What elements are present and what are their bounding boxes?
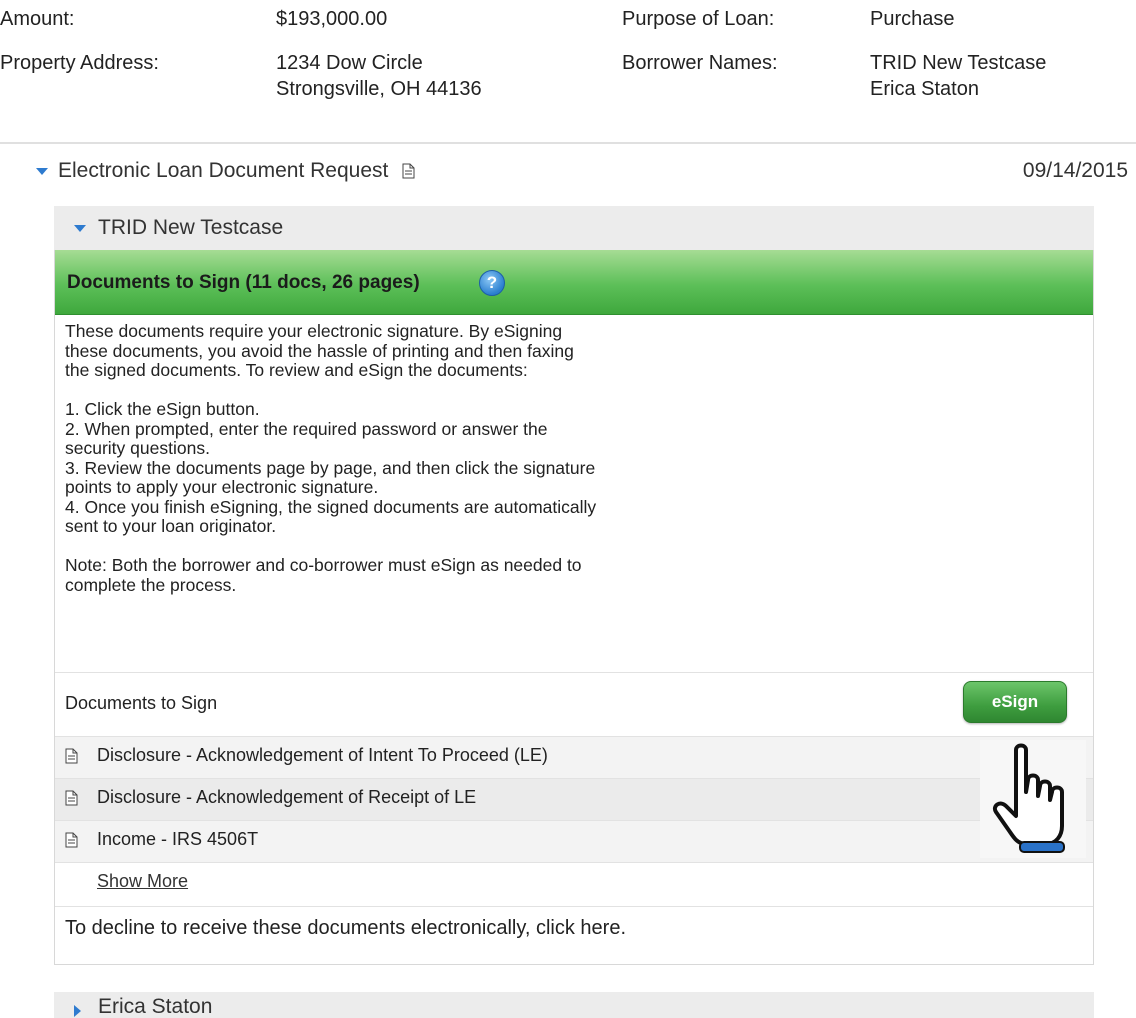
instruction-line: 4. Once you finish eSigning, the signed … — [65, 496, 597, 517]
borrowers-label: Borrower Names: — [622, 52, 778, 74]
documents-panel: Documents to Sign (11 docs, 26 pages) ? … — [54, 250, 1094, 965]
borrower-name-1: TRID New Testcase — [870, 52, 1047, 74]
second-borrower-header[interactable]: Erica Staton — [54, 992, 1094, 1018]
chevron-down-icon[interactable] — [74, 225, 86, 232]
help-icon[interactable]: ? — [479, 270, 505, 296]
document-name[interactable]: Income - IRS 4506T — [97, 829, 258, 850]
borrower-panel-name: TRID New Testcase — [98, 216, 284, 239]
instruction-line: 3. Review the documents page by page, an… — [65, 457, 596, 478]
document-icon[interactable] — [402, 163, 415, 179]
chevron-down-icon[interactable] — [36, 168, 48, 175]
instruction-line: sent to your loan originator. — [65, 516, 277, 536]
instruction-line: security questions. — [65, 438, 210, 458]
decline-link[interactable]: To decline to receive these documents el… — [65, 917, 626, 940]
show-more-link[interactable]: Show More — [97, 871, 188, 892]
borrower-name-2: Erica Staton — [870, 78, 979, 100]
loan-document-page: Amount: $193,000.00 Purpose of Loan: Pur… — [0, 0, 1136, 1018]
hand-pointer-icon — [980, 740, 1086, 858]
instruction-line: points to apply your electronic signatur… — [65, 477, 379, 497]
documents-to-sign-row: Documents to Sign eSign — [55, 672, 1093, 737]
document-row[interactable]: Disclosure - Acknowledgement of Intent T… — [55, 736, 1093, 779]
divider — [0, 142, 1136, 144]
instruction-line: 2. When prompted, enter the required pas… — [65, 418, 548, 439]
purpose-label: Purpose of Loan: — [622, 8, 775, 30]
request-date: 09/14/2015 — [1022, 159, 1128, 182]
instruction-line: 1. Click the eSign button. — [65, 399, 260, 419]
chevron-right-icon[interactable] — [74, 1005, 81, 1017]
document-name[interactable]: Disclosure - Acknowledgement of Intent T… — [97, 745, 548, 766]
borrower-panel-header[interactable]: TRID New Testcase — [54, 206, 1094, 250]
address-label: Property Address: — [0, 52, 159, 74]
purpose-value: Purchase — [870, 8, 955, 30]
instructions-text: These documents require your electronic … — [65, 321, 825, 595]
document-icon — [65, 748, 78, 764]
amount-label: Amount: — [0, 8, 75, 30]
instruction-line: These documents require your electronic … — [65, 321, 563, 341]
instruction-line: the signed documents. To review and eSig… — [65, 360, 528, 380]
amount-value: $193,000.00 — [276, 8, 388, 30]
document-row[interactable]: Disclosure - Acknowledgement of Receipt … — [55, 778, 1093, 821]
document-row[interactable]: Income - IRS 4506T — [55, 820, 1093, 863]
document-name[interactable]: Disclosure - Acknowledgement of Receipt … — [97, 787, 476, 808]
documents-to-sign-title: Documents to Sign (11 docs, 26 pages) — [67, 272, 420, 293]
address-line1: 1234 Dow Circle — [276, 52, 423, 74]
documents-to-sign-header: Documents to Sign (11 docs, 26 pages) ? — [55, 250, 1093, 315]
document-icon — [65, 832, 78, 848]
instruction-line: complete the process. — [65, 574, 237, 595]
esign-button[interactable]: eSign — [963, 681, 1067, 723]
documents-to-sign-label: Documents to Sign — [65, 693, 218, 713]
second-borrower-name: Erica Staton — [98, 995, 213, 1018]
address-line2: Strongsville, OH 44136 — [276, 78, 482, 100]
show-more-row: Show More — [55, 862, 1093, 907]
request-section-header[interactable]: Electronic Loan Document Request 09/14/2… — [36, 156, 1132, 188]
request-title: Electronic Loan Document Request — [58, 159, 389, 182]
instruction-line: Note: Both the borrower and co-borrower … — [65, 555, 582, 575]
document-icon — [65, 790, 78, 806]
decline-row: To decline to receive these documents el… — [55, 906, 1093, 964]
instruction-line: these documents, you avoid the hassle of… — [65, 340, 574, 361]
